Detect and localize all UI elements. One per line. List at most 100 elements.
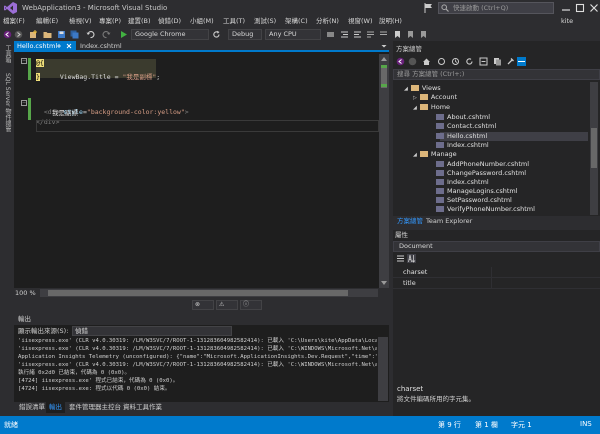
sql-explorer-tab[interactable]: SQL Server 物件總管 (3, 73, 12, 132)
menu-edit[interactable]: 編輯(E) (36, 16, 58, 27)
properties-icon[interactable] (506, 57, 515, 66)
property-value-field[interactable] (491, 267, 600, 277)
platform-select[interactable]: Any CPU (265, 29, 321, 40)
prev-bookmark-icon[interactable] (406, 30, 415, 39)
tree-item-views[interactable]: ◢ Views (404, 84, 441, 93)
razor-file-icon (436, 161, 444, 167)
collapse-all-icon[interactable] (479, 57, 488, 66)
refresh-icon[interactable] (212, 30, 221, 39)
next-bookmark-icon[interactable] (419, 30, 428, 39)
open-folder-icon[interactable] (43, 30, 52, 39)
forward-icon[interactable] (14, 30, 23, 39)
property-row-charset[interactable]: charset (393, 267, 600, 278)
tree-item-managelogins[interactable]: ManageLogins.cshtml (436, 187, 518, 196)
tree-item-contact[interactable]: Contact.cshtml (436, 122, 496, 131)
tab-data-tools[interactable]: 資料工具作業 (120, 402, 165, 413)
tab-index-cshtml[interactable]: Index.cshtml (77, 41, 133, 52)
menu-debug[interactable]: 偵錯(D) (158, 16, 181, 27)
tab-error-list[interactable]: 錯誤清單 (16, 402, 48, 413)
menu-analyze[interactable]: 分析(N) (316, 16, 339, 27)
configuration-select[interactable]: Debug (228, 29, 262, 40)
zoom-select[interactable]: 100 % (15, 288, 39, 298)
tree-item-about[interactable]: About.cshtml (436, 113, 490, 122)
output-text[interactable]: 'iisexpress.exe' (CLR v4.0.30319: /LM/W3… (18, 337, 377, 393)
scrollbar-thumb[interactable] (48, 290, 348, 296)
menu-view[interactable]: 檢視(V) (69, 16, 92, 27)
refresh-icon[interactable] (465, 57, 474, 66)
properties-object-select[interactable]: Document (393, 241, 600, 252)
browser-select[interactable]: Google Chrome (131, 29, 209, 40)
tree-item-changepassword[interactable]: ChangePassword.cshtml (436, 169, 526, 178)
menu-help[interactable]: 說明(H) (379, 16, 402, 27)
tab-package-manager[interactable]: 套件管理器主控台 (66, 402, 124, 413)
warnings-filter-button[interactable]: ⚠ (216, 300, 238, 310)
tab-team-explorer[interactable]: Team Explorer (424, 216, 474, 227)
bookmark-icon[interactable] (393, 30, 402, 39)
close-tab-icon[interactable] (66, 43, 72, 49)
categorized-icon[interactable] (396, 254, 405, 263)
comment-icon[interactable] (366, 30, 375, 39)
tab-solution-explorer[interactable]: 方案總管 (395, 216, 425, 227)
undo-icon[interactable] (86, 30, 95, 39)
back-icon[interactable] (396, 57, 405, 66)
alphabetical-icon[interactable] (407, 254, 416, 263)
menu-team[interactable]: 小組(M) (190, 16, 214, 27)
editor-vertical-scrollbar[interactable] (379, 54, 389, 288)
save-all-icon[interactable] (70, 30, 79, 39)
toolbox-tab[interactable]: 工具箱 (3, 45, 12, 63)
solution-explorer-search-input[interactable]: 搜尋 方案總管 (Ctrl+;) (393, 69, 600, 80)
close-icon[interactable] (589, 3, 599, 13)
collapse-icon[interactable]: − (21, 100, 27, 106)
attach-process-icon[interactable] (326, 30, 335, 39)
new-project-icon[interactable] (29, 30, 38, 39)
sync-icon[interactable] (437, 57, 446, 66)
menu-build[interactable]: 建置(B) (128, 16, 151, 27)
maximize-icon[interactable] (575, 3, 585, 13)
tree-item-index[interactable]: Index.cshtml (436, 141, 489, 150)
tree-item-manage-index[interactable]: Index.cshtml (436, 178, 489, 187)
tree-item-home[interactable]: ◢ Home (413, 103, 450, 112)
menu-tools[interactable]: 工具(T) (223, 16, 245, 27)
quick-launch-input[interactable]: 快速啟動 (Ctrl+Q) (438, 2, 554, 14)
show-all-files-icon[interactable] (493, 57, 502, 66)
errors-filter-button[interactable]: ⊗ (192, 300, 214, 310)
tree-item-account[interactable]: ▷ Account (413, 93, 457, 102)
minimize-icon[interactable] (561, 4, 571, 12)
home-icon[interactable] (422, 57, 431, 66)
code-editor[interactable] (22, 54, 378, 288)
redo-icon[interactable] (102, 30, 111, 39)
feedback-flag-icon[interactable] (424, 3, 433, 13)
collapse-icon[interactable]: − (21, 58, 27, 64)
start-debug-icon[interactable] (119, 30, 128, 39)
tab-output[interactable]: 輸出 (46, 402, 65, 413)
property-row-title[interactable]: title (393, 278, 600, 289)
tree-item-addphone[interactable]: AddPhoneNumber.cshtml (436, 160, 529, 169)
scroll-up-icon[interactable] (380, 55, 388, 63)
user-name[interactable]: kite (561, 16, 573, 27)
menu-file[interactable]: 檔案(F) (3, 16, 25, 27)
indent-icon[interactable] (340, 30, 349, 39)
menu-window[interactable]: 視窗(W) (348, 16, 373, 27)
uncomment-icon[interactable] (379, 30, 388, 39)
chevron-down-icon[interactable] (381, 43, 387, 49)
back-icon[interactable] (3, 30, 12, 39)
menu-project[interactable]: 專案(P) (99, 16, 121, 27)
messages-filter-button[interactable]: ⓘ (240, 300, 262, 310)
outdent-icon[interactable] (353, 30, 362, 39)
save-icon[interactable] (57, 30, 66, 39)
menu-architecture[interactable]: 架構(C) (285, 16, 308, 27)
property-value-field[interactable] (491, 278, 600, 288)
scroll-down-icon[interactable] (380, 279, 388, 287)
tree-item-setpassword[interactable]: SetPassword.cshtml (436, 196, 512, 205)
tree-item-verifyphone[interactable]: VerifyPhoneNumber.cshtml (436, 205, 535, 214)
history-icon[interactable] (451, 57, 460, 66)
tree-item-manage[interactable]: ◢ Manage (413, 150, 457, 159)
tree-item-hello[interactable]: Hello.cshtml (436, 132, 487, 141)
preview-selected-icon[interactable] (517, 57, 526, 66)
pin-icon[interactable] (56, 43, 62, 49)
menu-test[interactable]: 測試(S) (254, 16, 276, 27)
forward-icon[interactable] (408, 57, 417, 66)
output-vertical-scrollbar[interactable] (378, 337, 388, 401)
output-source-select[interactable]: 偵錯 (72, 326, 232, 336)
scrollbar-thumb[interactable] (591, 128, 597, 168)
